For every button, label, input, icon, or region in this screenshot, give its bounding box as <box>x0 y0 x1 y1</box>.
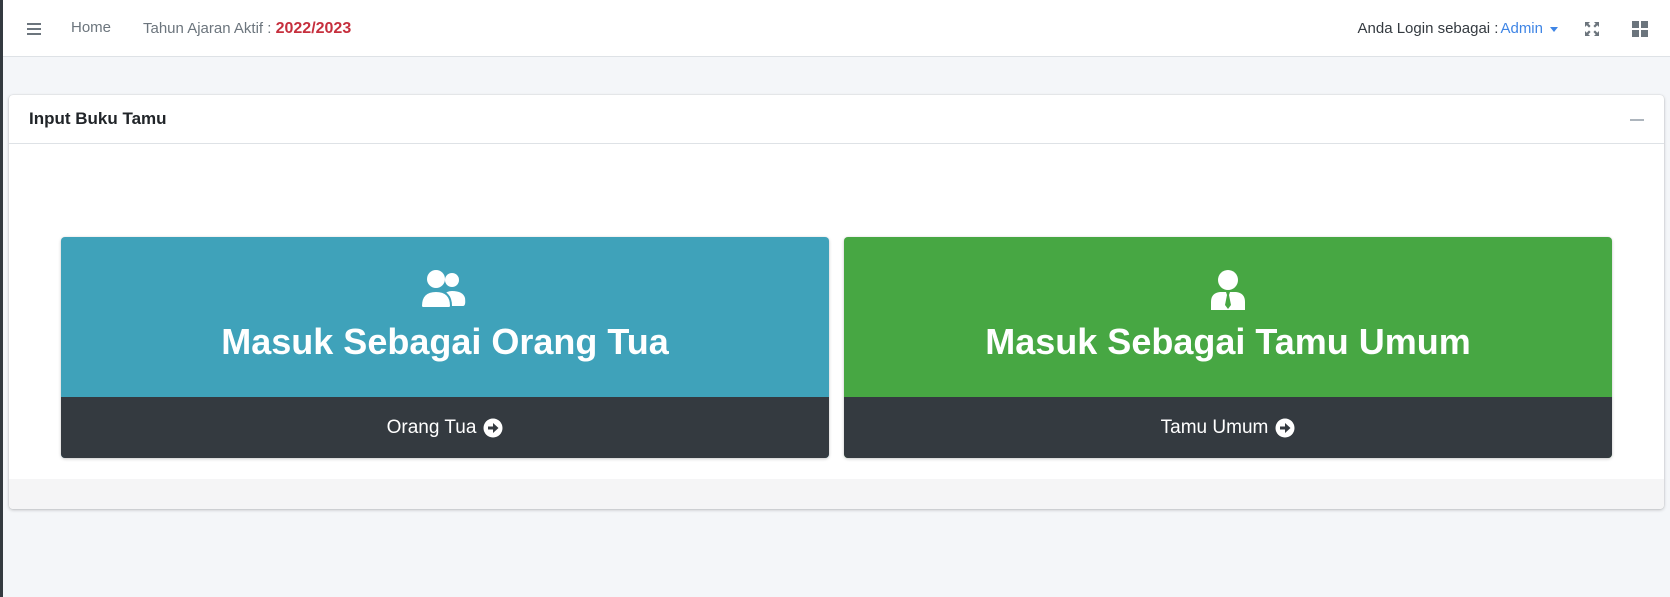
arrow-circle-right-icon <box>483 418 503 438</box>
collapse-button[interactable] <box>1630 118 1644 121</box>
parent-login-link[interactable]: Orang Tua <box>61 397 829 458</box>
guest-box-title: Masuk Sebagai Tamu Umum <box>985 321 1471 362</box>
expand-icon[interactable] <box>1582 19 1602 39</box>
guest-box-inner: Masuk Sebagai Tamu Umum <box>844 237 1612 397</box>
guestbook-card: Input Buku Tamu Masuk Sebagai Orang Tua … <box>9 95 1664 509</box>
login-prefix: Anda Login sebagai : <box>1357 20 1499 37</box>
users-icon <box>61 270 829 310</box>
parent-box-title: Masuk Sebagai Orang Tua <box>221 321 669 362</box>
menu-icon[interactable] <box>25 19 45 39</box>
parent-link-label: Orang Tua <box>386 416 477 438</box>
card-title: Input Buku Tamu <box>29 109 167 128</box>
card-footer <box>9 479 1664 509</box>
parent-box-inner: Masuk Sebagai Orang Tua <box>61 237 829 397</box>
chevron-down-icon <box>1550 26 1558 32</box>
navbar-right: Anda Login sebagai : Admin <box>1358 0 1670 57</box>
minus-icon <box>1630 118 1644 121</box>
guest-login-box: Masuk Sebagai Tamu Umum Tamu Umum <box>844 237 1612 458</box>
grid-icon[interactable] <box>1630 19 1650 39</box>
user-tie-icon <box>844 270 1612 310</box>
user-dropdown[interactable]: Admin <box>1500 20 1558 37</box>
sidebar-edge <box>0 0 3 597</box>
top-navbar: Home Tahun Ajaran Aktif : 2022/2023 Anda… <box>3 0 1670 57</box>
guest-login-link[interactable]: Tamu Umum <box>844 397 1612 458</box>
card-body: Masuk Sebagai Orang Tua Orang Tua Masuk … <box>9 144 1664 479</box>
user-name: Admin <box>1500 20 1543 37</box>
nav-home-link[interactable]: Home <box>71 19 111 36</box>
parent-login-box: Masuk Sebagai Orang Tua Orang Tua <box>61 237 829 458</box>
active-year-value: 2022/2023 <box>275 20 352 37</box>
arrow-circle-right-icon <box>1275 418 1295 438</box>
active-year-prefix: Tahun Ajaran Aktif : <box>143 20 276 37</box>
active-year-label: Tahun Ajaran Aktif : 2022/2023 <box>143 20 351 38</box>
guest-link-label: Tamu Umum <box>1160 416 1269 438</box>
card-header: Input Buku Tamu <box>9 95 1664 144</box>
